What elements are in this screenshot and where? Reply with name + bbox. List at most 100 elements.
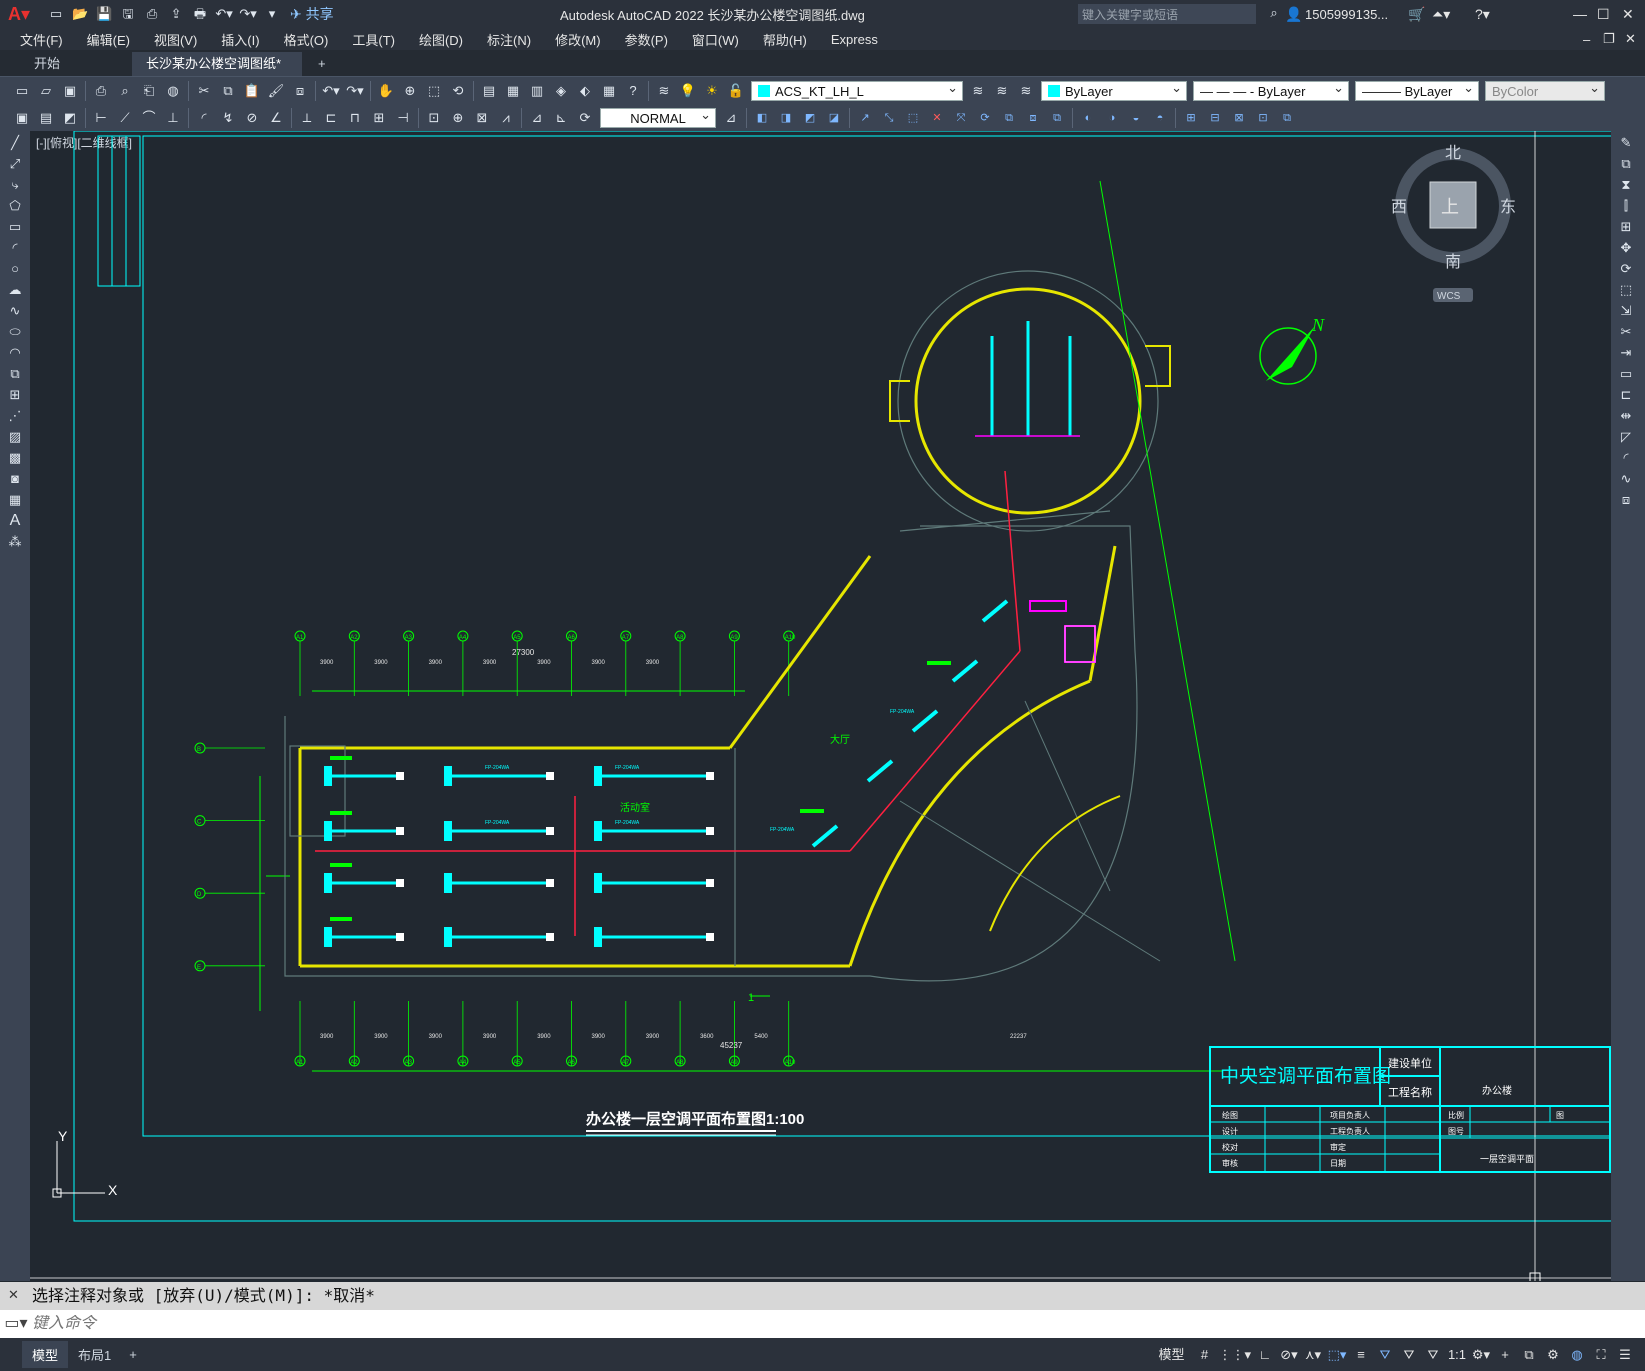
region-icon[interactable]: ◙ [4,470,26,488]
dim-edit-icon[interactable]: ⊿ [527,109,547,127]
polygon-icon[interactable]: ⬠ [4,197,26,215]
save-icon[interactable]: 💾 [94,5,114,23]
maximize-icon[interactable]: ☐ [1597,6,1610,23]
arc-icon[interactable]: ◜ [4,239,26,257]
help-icon[interactable]: ? [623,82,643,100]
ortho-icon[interactable]: ∟ [1255,1344,1275,1366]
plotstyle-dropdown[interactable]: ByColor [1485,78,1605,101]
fillet-icon[interactable]: ◜ [1615,449,1637,467]
polyline-icon[interactable]: ⤷ [4,176,26,194]
markup-icon[interactable]: ⬖ [575,82,595,100]
color-dropdown[interactable]: ByLayer [1041,78,1187,101]
continue-dim-icon[interactable]: ⊓ [345,109,365,127]
share-button[interactable]: ✈ 共享 [290,4,334,24]
menu-format[interactable]: 格式(O) [272,30,341,49]
quick-properties-icon[interactable]: ⚙ [1543,1344,1563,1366]
export-icon[interactable]: ⇪ [166,5,186,23]
open-file-icon[interactable]: 📂 [70,5,90,23]
polar-icon[interactable]: ⊘▾ [1279,1344,1299,1366]
tab-add[interactable]: + [304,52,340,76]
blockeditor-icon[interactable]: ⧈ [290,82,310,100]
zoom-realtime-icon[interactable]: ⊕ [400,82,420,100]
gradient-icon[interactable]: ▩ [4,449,26,467]
properties-icon[interactable]: ▤ [479,82,499,100]
isolate-objects-icon[interactable]: ◍ [1567,1344,1587,1366]
layer-manager-icon[interactable]: ≋ [654,82,674,100]
print-icon[interactable]: 🖶 [190,5,210,23]
view-3d-icon-3[interactable]: ◩ [800,109,820,127]
isodraft-icon[interactable]: ⋏▾ [1303,1344,1323,1366]
layout-tab-1[interactable]: 布局1 [68,1341,121,1368]
user-icon[interactable]: 👤 [1285,6,1302,23]
snap-icon[interactable]: ⋮⋮▾ [1218,1344,1251,1366]
annotation-visibility-icon[interactable]: ⛛ [1375,1344,1395,1366]
visual-style-icon-2[interactable]: ◑ [1102,109,1122,127]
menu-insert[interactable]: 插入(I) [209,30,271,49]
mirror-icon[interactable]: ⧗ [1615,176,1637,194]
linetype-dropdown[interactable]: — — — - ByLayer [1193,78,1349,101]
layout-tab-model[interactable]: 模型 [22,1341,69,1368]
make-current-icon[interactable]: ≋ [968,82,988,100]
block-icon-3[interactable]: ⊠ [1229,109,1249,127]
center-mark-icon[interactable]: ⊕ [448,109,468,127]
move-icon[interactable]: ✥ [1615,239,1637,257]
dim-style-icon[interactable]: ⊿ [721,109,741,127]
command-settings-icon[interactable]: ▭▾ [0,1310,32,1338]
publish-icon[interactable]: ⎙ [142,5,162,23]
doc-close-icon[interactable]: ✕ [1625,31,1636,47]
diameter-dim-icon[interactable]: ⊘ [242,109,262,127]
doc-minimize-icon[interactable]: – [1583,32,1590,47]
layer-previous-icon[interactable]: ≋ [992,82,1012,100]
user-name[interactable]: 1505999135... [1305,7,1388,22]
point-icon[interactable]: ⋰ [4,407,26,425]
angular-dim-icon[interactable]: ∠ [266,109,286,127]
construction-line-icon[interactable]: ⤢ [4,155,26,173]
layer-dropdown[interactable]: ACS_KT_LH_L [751,78,963,101]
spline-icon[interactable]: ∿ [4,302,26,320]
open-icon[interactable]: ▱ [36,82,56,100]
offset-icon[interactable]: ⫿ [1615,197,1637,215]
ucs-icon-4[interactable]: ✕ [927,109,947,127]
revcloud-icon[interactable]: ☁ [4,281,26,299]
paste-icon[interactable]: 📋 [242,82,262,100]
view-3d-icon-2[interactable]: ◨ [776,109,796,127]
radius-dim-icon[interactable]: ◜ [194,109,214,127]
preview-icon[interactable]: ⌕ [115,82,135,100]
redo-icon[interactable]: ↷▾ [345,82,365,100]
baseline-dim-icon[interactable]: ⊏ [321,109,341,127]
break-icon[interactable]: ⊏ [1615,386,1637,404]
sheetset-icon[interactable]: ◈ [551,82,571,100]
ucs-icon-7[interactable]: ⧉ [999,109,1019,127]
qnew-icon[interactable]: ▭ [12,82,32,100]
zoom-window-icon[interactable]: ⬚ [424,82,444,100]
render-icon[interactable]: ◍ [163,82,183,100]
tab-drawing[interactable]: 长沙某办公楼空调图纸* ✕ [132,52,302,95]
dim-space-icon[interactable]: ⊞ [369,109,389,127]
blend-icon[interactable]: ∿ [1615,470,1637,488]
ordinate-dim-icon[interactable]: ⊥ [163,109,183,127]
dim-update-icon[interactable]: ⟳ [575,109,595,127]
menu-parametric[interactable]: 参数(P) [613,30,680,49]
autocad-logo-icon[interactable]: A▾ [8,4,30,25]
command-input[interactable] [32,1315,1532,1333]
quick-dim-icon[interactable]: ⟂ [297,109,317,127]
rectangle-icon[interactable]: ▭ [4,218,26,236]
aligned-dim-icon[interactable]: ⟋ [115,109,135,127]
chamfer-icon[interactable]: ◸ [1615,428,1637,446]
minimize-icon[interactable]: — [1573,6,1587,22]
menu-draw[interactable]: 绘图(D) [407,30,475,49]
scale-icon[interactable]: ⬚ [1615,281,1637,299]
join-icon[interactable]: ⇹ [1615,407,1637,425]
ucs-icon-2[interactable]: ⤡ [879,109,899,127]
calculator-icon[interactable]: ▦ [599,82,619,100]
copy-icon[interactable]: ⧉ [218,82,238,100]
close-icon[interactable]: ✕ [1622,6,1634,23]
visual-style-icon-1[interactable]: ◐ [1078,109,1098,127]
menu-edit[interactable]: 编辑(E) [75,30,142,49]
image-icon[interactable]: ▣ [12,109,32,127]
insert-block-icon[interactable]: ⧉ [4,365,26,383]
hatch-icon[interactable]: ▨ [4,428,26,446]
copy-object-icon[interactable]: ⧉ [1615,155,1637,173]
menu-tools[interactable]: 工具(T) [340,30,407,49]
annotation-monitor-icon[interactable]: + [1495,1344,1515,1366]
